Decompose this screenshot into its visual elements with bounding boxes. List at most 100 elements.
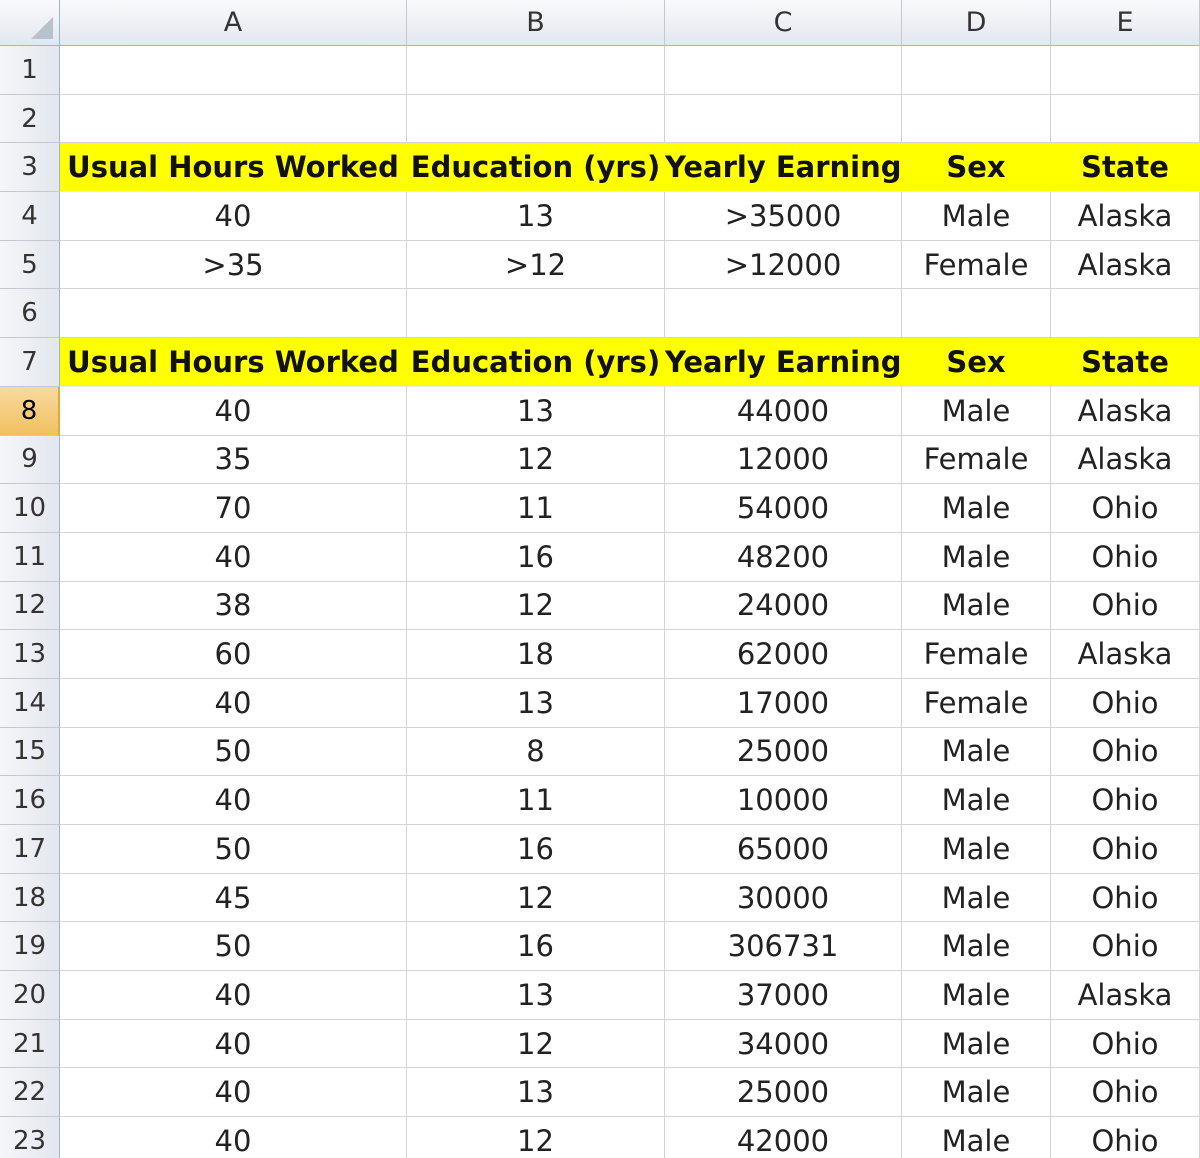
data-cell[interactable]: 54000 bbox=[665, 484, 902, 533]
data-cell[interactable]: 16 bbox=[407, 825, 665, 874]
data-cell[interactable]: 65000 bbox=[665, 825, 902, 874]
data-cell[interactable]: 10000 bbox=[665, 776, 902, 825]
data-cell[interactable]: 70 bbox=[60, 484, 407, 533]
header-cell[interactable]: Education (yrs) bbox=[407, 338, 665, 387]
data-cell[interactable]: 40 bbox=[60, 678, 407, 728]
data-cell[interactable]: Male bbox=[902, 532, 1051, 582]
data-cell[interactable]: Ohio bbox=[1051, 825, 1200, 874]
row-header-19[interactable]: 19 bbox=[0, 922, 60, 972]
data-cell[interactable]: Alaska bbox=[1051, 386, 1200, 436]
data-cell[interactable] bbox=[1051, 94, 1200, 144]
data-cell[interactable]: Ohio bbox=[1051, 1117, 1200, 1158]
data-cell[interactable] bbox=[1051, 46, 1200, 95]
header-cell[interactable]: Yearly Earnings bbox=[665, 338, 902, 387]
data-cell[interactable]: 30000 bbox=[665, 873, 902, 923]
data-cell[interactable]: 34000 bbox=[665, 1019, 902, 1069]
data-cell[interactable]: 40 bbox=[60, 1068, 407, 1118]
data-cell[interactable]: Ohio bbox=[1051, 1019, 1200, 1069]
data-cell[interactable] bbox=[1051, 289, 1200, 339]
header-cell[interactable]: State bbox=[1051, 338, 1200, 387]
data-cell[interactable]: 306731 bbox=[665, 922, 902, 972]
data-cell[interactable]: 48200 bbox=[665, 532, 902, 582]
data-cell[interactable]: Ohio bbox=[1051, 484, 1200, 533]
data-cell[interactable] bbox=[902, 94, 1051, 144]
data-cell[interactable]: 16 bbox=[407, 922, 665, 972]
row-header-17[interactable]: 17 bbox=[0, 825, 60, 874]
data-cell[interactable]: Male bbox=[902, 1019, 1051, 1069]
column-header-a[interactable]: A bbox=[60, 0, 407, 46]
data-cell[interactable]: 24000 bbox=[665, 581, 902, 631]
data-cell[interactable] bbox=[60, 289, 407, 339]
data-cell[interactable]: 40 bbox=[60, 192, 407, 241]
data-cell[interactable]: 37000 bbox=[665, 971, 902, 1020]
data-cell[interactable]: 62000 bbox=[665, 630, 902, 679]
data-cell[interactable]: Alaska bbox=[1051, 192, 1200, 241]
header-cell[interactable]: Education (yrs) bbox=[407, 143, 665, 193]
row-header-2[interactable]: 2 bbox=[0, 94, 60, 144]
data-cell[interactable]: Alaska bbox=[1051, 435, 1200, 485]
row-header-7[interactable]: 7 bbox=[0, 338, 60, 387]
row-header-14[interactable]: 14 bbox=[0, 678, 60, 728]
data-cell[interactable]: 12000 bbox=[665, 435, 902, 485]
data-cell[interactable]: 18 bbox=[407, 630, 665, 679]
data-cell[interactable]: 13 bbox=[407, 678, 665, 728]
row-header-13[interactable]: 13 bbox=[0, 630, 60, 679]
row-header-8[interactable]: 8 bbox=[0, 386, 60, 436]
data-cell[interactable]: >35000 bbox=[665, 192, 902, 241]
data-cell[interactable]: 8 bbox=[407, 727, 665, 777]
data-cell[interactable]: 13 bbox=[407, 192, 665, 241]
data-cell[interactable] bbox=[665, 46, 902, 95]
data-cell[interactable]: 13 bbox=[407, 971, 665, 1020]
data-cell[interactable]: Ohio bbox=[1051, 678, 1200, 728]
data-cell[interactable]: Ohio bbox=[1051, 873, 1200, 923]
data-cell[interactable]: Female bbox=[902, 240, 1051, 290]
data-cell[interactable]: Male bbox=[902, 776, 1051, 825]
row-header-15[interactable]: 15 bbox=[0, 727, 60, 777]
data-cell[interactable] bbox=[407, 289, 665, 339]
header-cell[interactable]: Sex bbox=[902, 143, 1051, 193]
header-cell[interactable]: Usual Hours Worked bbox=[60, 338, 407, 387]
data-cell[interactable]: 25000 bbox=[665, 727, 902, 777]
row-header-21[interactable]: 21 bbox=[0, 1019, 60, 1069]
data-cell[interactable]: 13 bbox=[407, 386, 665, 436]
data-cell[interactable] bbox=[665, 289, 902, 339]
data-cell[interactable]: Alaska bbox=[1051, 971, 1200, 1020]
data-cell[interactable]: Ohio bbox=[1051, 1068, 1200, 1118]
data-cell[interactable]: >35 bbox=[60, 240, 407, 290]
data-cell[interactable]: 45 bbox=[60, 873, 407, 923]
data-cell[interactable] bbox=[407, 94, 665, 144]
row-header-10[interactable]: 10 bbox=[0, 484, 60, 533]
data-cell[interactable]: Ohio bbox=[1051, 922, 1200, 972]
data-cell[interactable]: Female bbox=[902, 630, 1051, 679]
data-cell[interactable]: 12 bbox=[407, 435, 665, 485]
data-cell[interactable]: 50 bbox=[60, 727, 407, 777]
data-cell[interactable]: 50 bbox=[60, 825, 407, 874]
row-header-6[interactable]: 6 bbox=[0, 289, 60, 339]
row-header-11[interactable]: 11 bbox=[0, 532, 60, 582]
row-header-4[interactable]: 4 bbox=[0, 192, 60, 241]
data-cell[interactable]: Ohio bbox=[1051, 532, 1200, 582]
data-cell[interactable]: Ohio bbox=[1051, 776, 1200, 825]
data-cell[interactable]: Male bbox=[902, 825, 1051, 874]
data-cell[interactable]: Alaska bbox=[1051, 630, 1200, 679]
data-cell[interactable]: 17000 bbox=[665, 678, 902, 728]
header-cell[interactable]: State bbox=[1051, 143, 1200, 193]
data-cell[interactable]: 11 bbox=[407, 776, 665, 825]
data-cell[interactable]: Female bbox=[902, 435, 1051, 485]
data-cell[interactable]: 38 bbox=[60, 581, 407, 631]
column-header-b[interactable]: B bbox=[407, 0, 665, 46]
data-cell[interactable]: 11 bbox=[407, 484, 665, 533]
data-cell[interactable] bbox=[60, 94, 407, 144]
data-cell[interactable] bbox=[60, 46, 407, 95]
column-header-d[interactable]: D bbox=[902, 0, 1051, 46]
data-cell[interactable]: 12 bbox=[407, 1019, 665, 1069]
row-header-18[interactable]: 18 bbox=[0, 873, 60, 923]
row-header-3[interactable]: 3 bbox=[0, 143, 60, 193]
data-cell[interactable]: 50 bbox=[60, 922, 407, 972]
data-cell[interactable]: Female bbox=[902, 678, 1051, 728]
data-cell[interactable]: Male bbox=[902, 484, 1051, 533]
data-cell[interactable]: Male bbox=[902, 1117, 1051, 1158]
data-cell[interactable]: 44000 bbox=[665, 386, 902, 436]
data-cell[interactable]: 25000 bbox=[665, 1068, 902, 1118]
data-cell[interactable] bbox=[665, 94, 902, 144]
